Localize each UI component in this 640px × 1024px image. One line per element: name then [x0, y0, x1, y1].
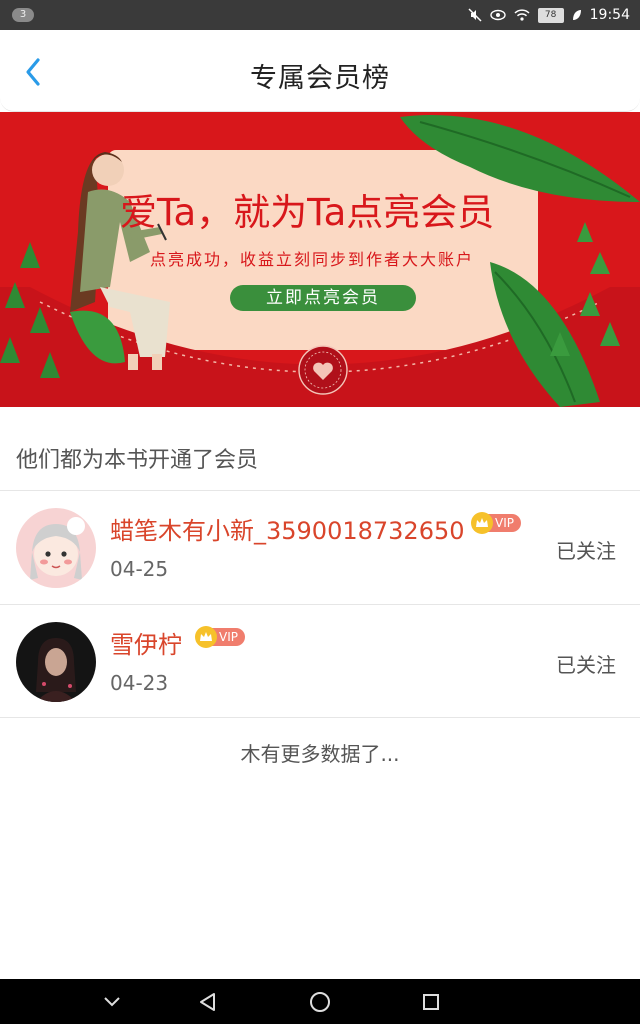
back-triangle-icon	[200, 992, 215, 1011]
member-name[interactable]: 雪伊柠	[110, 625, 182, 660]
chevron-down-icon	[104, 996, 120, 1006]
banner-headline: 爱Ta，就为Ta点亮会员	[120, 191, 495, 234]
list-item[interactable]: 蜡笔木有小新_3590018732650 VIP 04-25 已关注	[0, 491, 640, 604]
member-date: 04-25	[110, 557, 169, 581]
leaf-icon	[572, 9, 582, 21]
page-title: 专属会员榜	[250, 63, 390, 94]
notification-count-badge: 3	[12, 8, 34, 22]
banner-subline: 点亮成功，收益立刻同步到作者大大账户	[150, 250, 475, 269]
home-circle-icon	[310, 991, 330, 1012]
avatar[interactable]	[16, 622, 96, 702]
nav-back-button[interactable]	[178, 979, 238, 1024]
light-up-vip-button[interactable]: 立即点亮会员	[230, 285, 416, 311]
recents-square-icon	[423, 993, 439, 1010]
status-time: 19:54	[589, 7, 630, 23]
vip-promo-banner[interactable]: 爱Ta，就为Ta点亮会员 点亮成功，收益立刻同步到作者大大账户 立即点亮会员	[0, 112, 640, 407]
app-header: 专属会员榜	[0, 30, 640, 112]
eye-icon	[489, 9, 506, 21]
vip-badge: VIP	[195, 626, 245, 648]
crown-icon	[471, 512, 493, 534]
section-title: 他们都为本书开通了会员	[16, 448, 259, 473]
member-name[interactable]: 蜡笔木有小新_3590018732650	[110, 511, 465, 546]
follow-button[interactable]: 已关注	[556, 649, 616, 678]
battery-icon: 78	[537, 7, 564, 23]
hide-keyboard-button[interactable]	[82, 979, 142, 1024]
divider	[0, 717, 640, 718]
no-more-data-text: 木有更多数据了...	[240, 742, 400, 766]
member-date: 04-23	[110, 671, 169, 695]
avatar[interactable]	[16, 508, 96, 588]
follow-button[interactable]: 已关注	[556, 535, 616, 564]
system-nav-bar	[0, 979, 640, 1024]
crown-icon	[195, 626, 217, 648]
status-bar: 3 78 19:54	[0, 0, 640, 30]
mute-icon	[468, 8, 482, 22]
nav-recents-button[interactable]	[401, 979, 461, 1024]
list-item[interactable]: 雪伊柠 VIP 04-23 已关注	[0, 605, 640, 718]
wifi-icon	[514, 9, 530, 21]
nav-home-button[interactable]	[290, 979, 350, 1024]
vip-badge: VIP	[471, 512, 521, 534]
